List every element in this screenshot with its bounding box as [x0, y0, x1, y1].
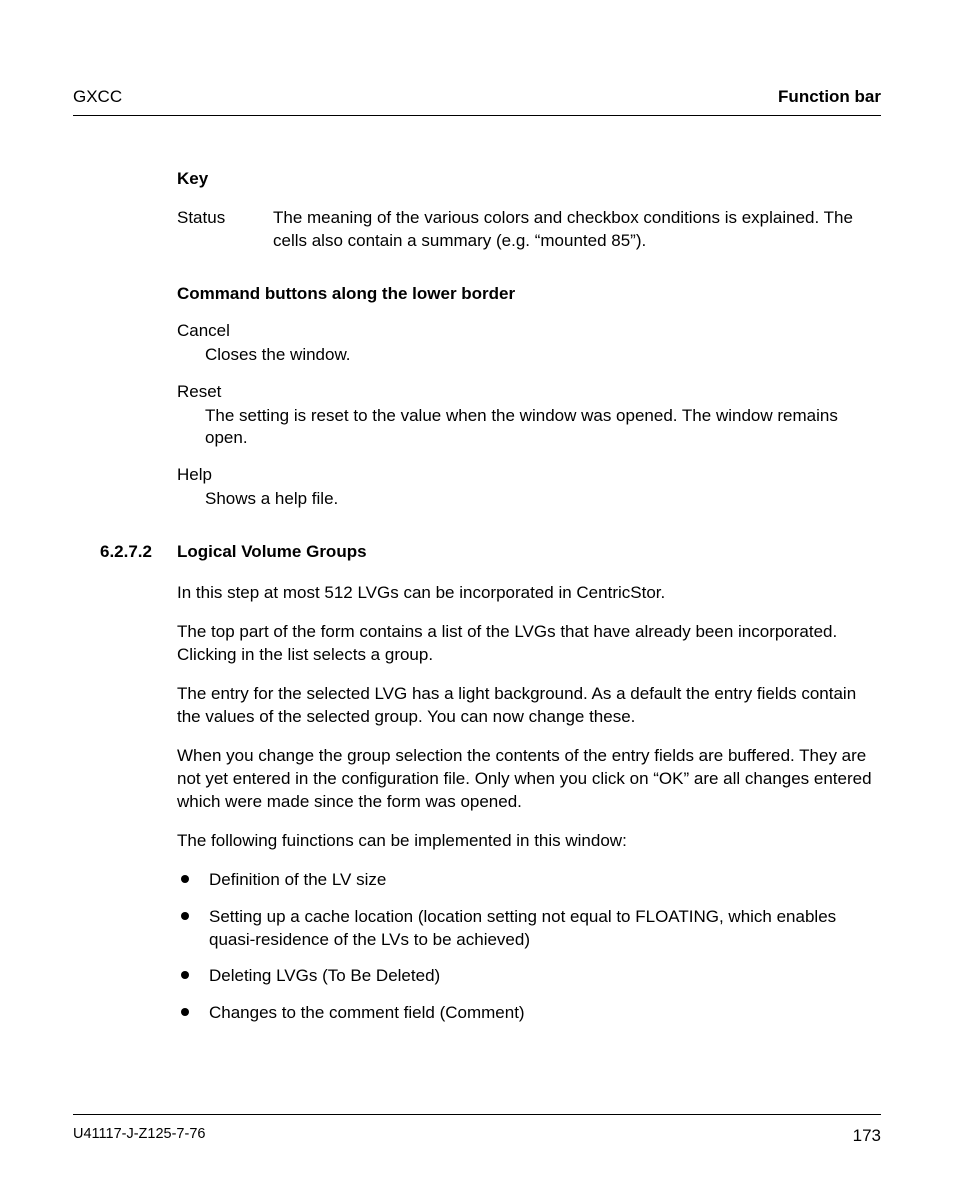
heading-key: Key — [177, 168, 881, 191]
list-item: Deleting LVGs (To Be Deleted) — [177, 965, 881, 988]
paragraph: The entry for the selected LVG has a lig… — [177, 683, 881, 729]
command-list: Cancel Closes the window. Reset The sett… — [177, 320, 881, 512]
paragraph: In this step at most 512 LVGs can be inc… — [177, 582, 881, 605]
section-number: 6.2.7.2 — [100, 541, 177, 564]
key-row: Status The meaning of the various colors… — [177, 207, 881, 253]
list-item: Setting up a cache location (location se… — [177, 906, 881, 952]
page-body: Key Status The meaning of the various co… — [73, 168, 881, 1025]
list-item: Changes to the comment field (Comment) — [177, 1002, 881, 1025]
paragraph: The top part of the form contains a list… — [177, 621, 881, 667]
list-item-text: Deleting LVGs (To Be Deleted) — [209, 966, 440, 985]
list-item: Definition of the LV size — [177, 869, 881, 892]
heading-command-buttons: Command buttons along the lower border — [177, 283, 881, 306]
cmd-def: The setting is reset to the value when t… — [177, 405, 881, 451]
section-heading-row: 6.2.7.2 Logical Volume Groups — [100, 541, 881, 564]
list-item-text: Definition of the LV size — [209, 870, 386, 889]
list-item-text: Changes to the comment field (Comment) — [209, 1003, 525, 1022]
key-def: The meaning of the various colors and ch… — [273, 207, 881, 253]
cmd-def: Shows a help file. — [177, 488, 881, 511]
key-term: Status — [177, 207, 273, 253]
bullet-list: Definition of the LV size Setting up a c… — [177, 869, 881, 1026]
list-item-text: Setting up a cache location (location se… — [209, 907, 836, 949]
cmd-term: Cancel — [177, 320, 881, 343]
footer-left: U41117-J-Z125-7-76 — [73, 1125, 205, 1148]
section-title: Logical Volume Groups — [177, 541, 367, 564]
cmd-def: Closes the window. — [177, 344, 881, 367]
paragraph: The following fuinctions can be implemen… — [177, 830, 881, 853]
header-left: GXCC — [73, 86, 122, 109]
page-header: GXCC Function bar — [73, 86, 881, 116]
cmd-term: Reset — [177, 381, 881, 404]
header-right: Function bar — [778, 86, 881, 109]
cmd-term: Help — [177, 464, 881, 487]
paragraph: When you change the group selection the … — [177, 745, 881, 814]
page-footer: U41117-J-Z125-7-76 173 — [73, 1114, 881, 1148]
footer-page-number: 173 — [853, 1125, 881, 1148]
